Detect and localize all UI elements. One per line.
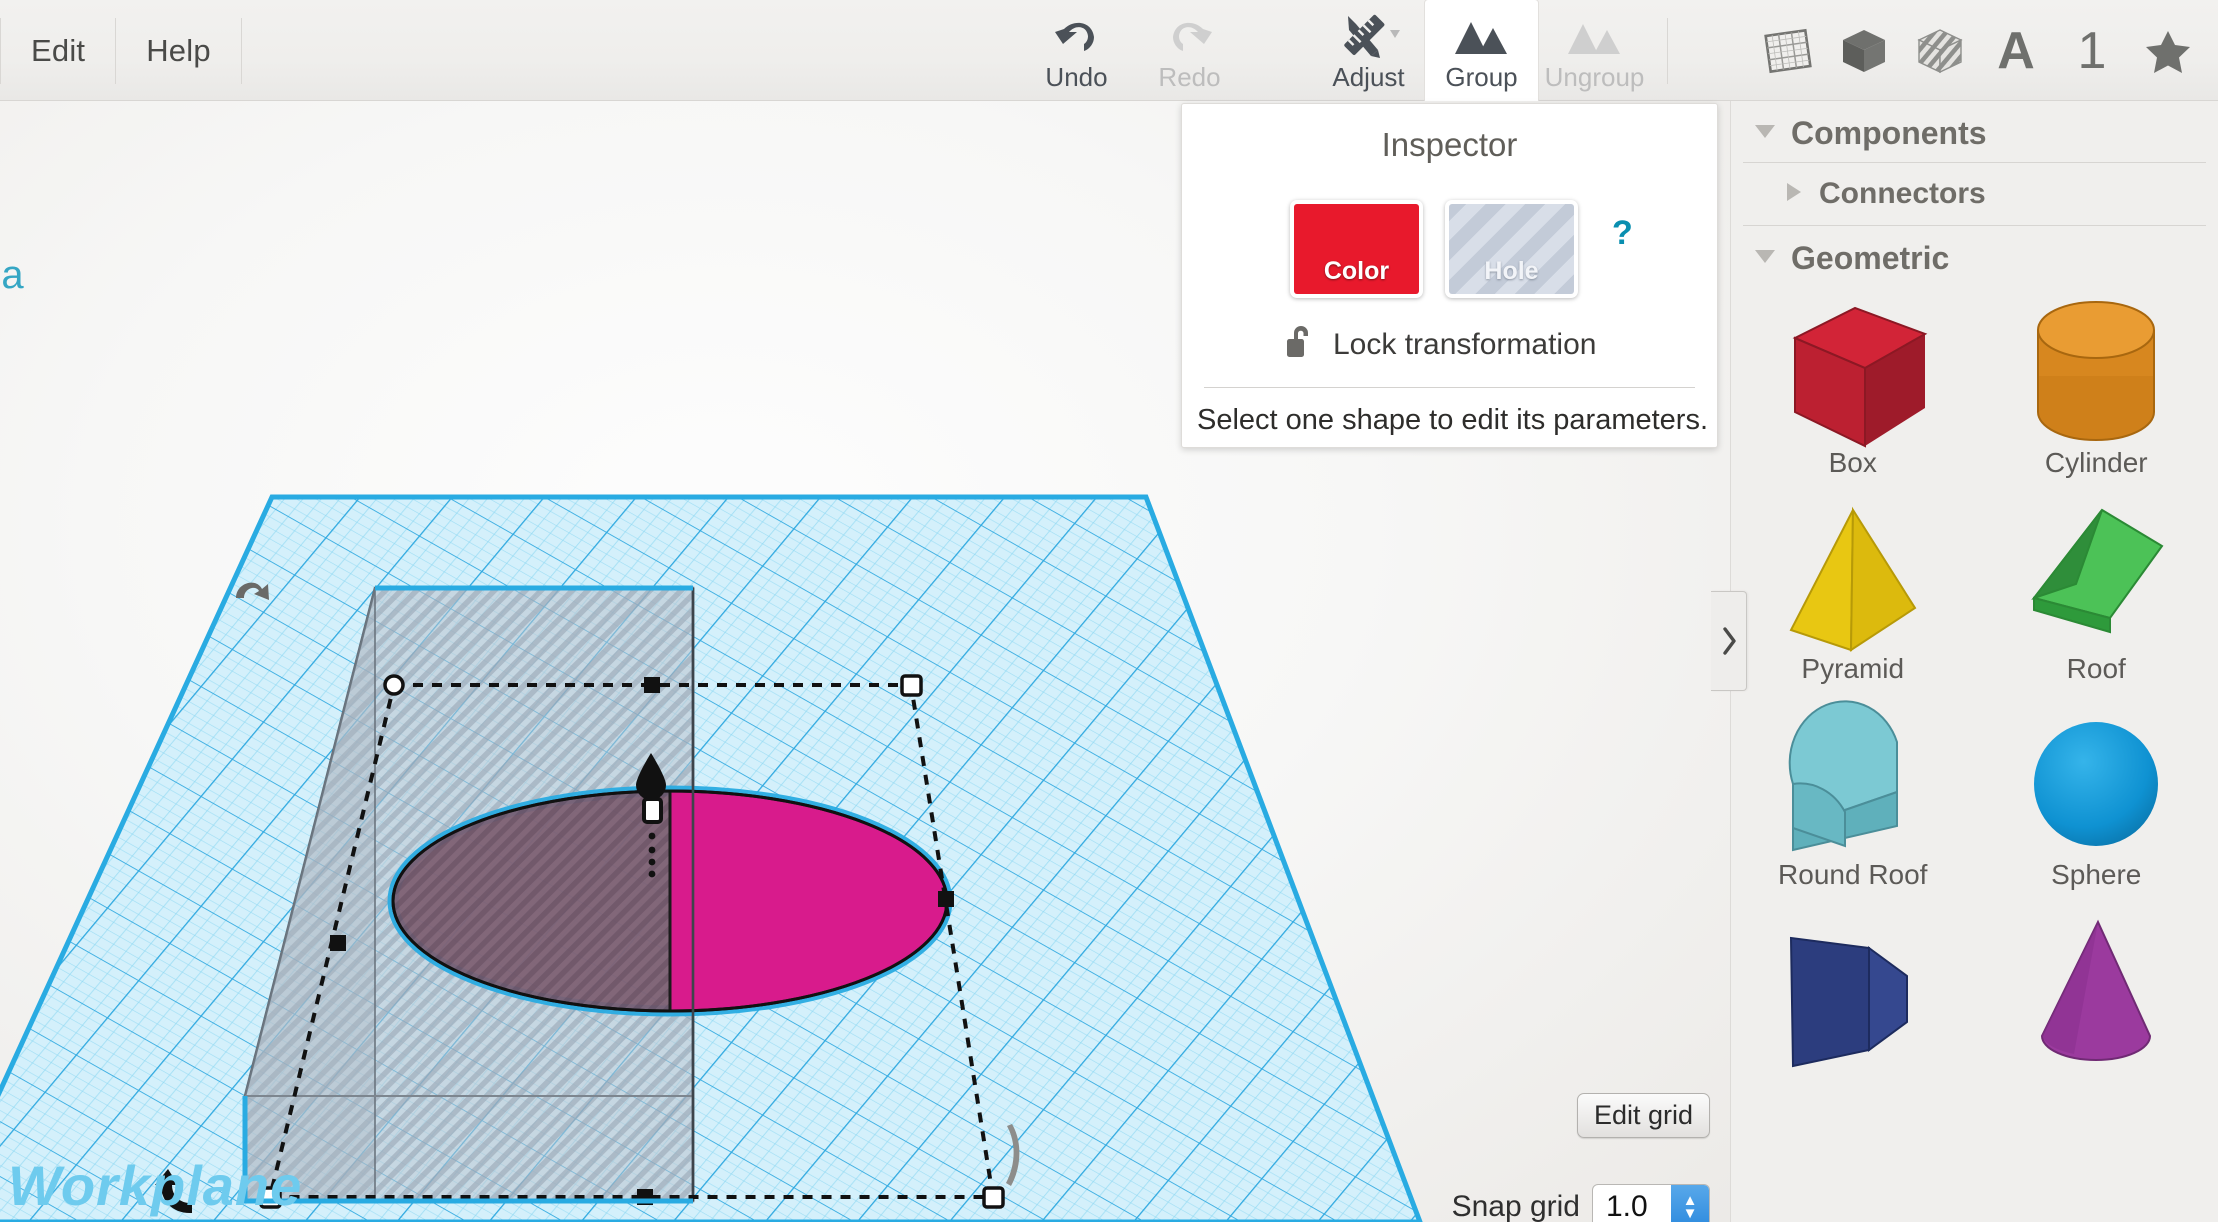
adjust-button[interactable]: Adjust [1312,0,1425,101]
geometric-label: Geometric [1791,240,1950,276]
star-icon[interactable] [2140,23,2196,79]
snap-grid-stepper[interactable]: ▲ ▼ [1671,1185,1709,1222]
cylinder-object [387,785,953,1017]
ungroup-label: Ungroup [1544,62,1645,92]
workplane-grid-icon[interactable] [1760,23,1816,79]
chevron-right-icon [1722,627,1736,655]
hole-swatch-button[interactable]: Hole [1445,200,1578,298]
components-label: Components [1791,115,1987,151]
redo-label: Redo [1158,62,1221,92]
handle-corner-nw [383,674,405,696]
menu-divider [240,18,242,84]
stepper-down-icon: ▼ [1682,1205,1698,1222]
snap-grid-label: Snap grid [1451,1190,1580,1222]
snap-grid-row: Snap grid 1.0 ▲ ▼ [1452,1184,1710,1222]
inspector-panel: Inspector Color Hole ? Lock transformati… [1181,103,1718,448]
handle-edge-e [938,891,954,907]
menu-edit[interactable]: Edit [1,18,115,84]
text-a-glyph: A [1997,21,2035,80]
panel-collapse-toggle[interactable] [1711,591,1747,691]
snap-grid-input[interactable]: 1.0 ▲ ▼ [1592,1184,1710,1222]
mountains-icon [1453,12,1511,60]
redo-arrow-icon [1167,12,1213,60]
sidebar-section-connectors[interactable]: Connectors [1731,163,2218,225]
shapes-sidebar: Components Connectors Geometric Box Cyli… [1730,101,2218,1222]
shape-grid: Box Cylinder Pyramid Roof Round Roof Sph… [1731,287,2218,1111]
round-roof-shape-icon [1773,700,1933,857]
inspector-title: Inspector [1381,126,1518,163]
solid-box-icon[interactable] [1836,23,1892,79]
pyramid-shape-label: Pyramid [1801,653,1905,684]
roof-shape-icon [2016,503,2176,651]
shape-item-round-roof[interactable]: Round Roof [1731,699,1975,905]
sphere-shape-label: Sphere [2051,859,2142,890]
ungroup-button[interactable]: Ungroup [1538,0,1651,101]
box-shape-label: Box [1828,447,1877,478]
shape-item-wedge[interactable] [1731,905,1975,1111]
snap-grid-value: 1.0 [1606,1190,1648,1222]
number-one-icon[interactable]: 1 [2064,23,2120,79]
shape-item-box[interactable]: Box [1731,287,1975,493]
ruler-pencil-icon [1338,12,1400,60]
menu-help[interactable]: Help [116,18,241,84]
group-label: Group [1445,62,1518,92]
top-toolbar: Edit Help Undo Redo Adjust Group Ungroup… [0,0,2218,101]
wedge-shape-icon [1773,915,1933,1068]
shape-item-cylinder[interactable]: Cylinder [1975,287,2218,493]
roof-shape-label: Roof [2066,653,2126,684]
lock-transformation-label: Lock transformation [1333,327,1597,361]
cylinder-shape-label: Cylinder [2044,447,2148,478]
color-swatch-button[interactable]: Color [1290,200,1423,298]
round-roof-shape-label: Round Roof [1778,859,1928,890]
sidebar-section-components[interactable]: Components [1731,101,2218,162]
color-swatch-fill: Color [1294,204,1419,294]
hole-box-icon[interactable] [1912,23,1968,79]
workplane-label: Workplane [8,1154,303,1217]
triangle-down-icon [1753,247,1777,270]
text-a-icon[interactable]: A [1988,23,2044,79]
sphere-shape-icon [2016,709,2176,857]
box-shape-icon [1773,297,1933,448]
lock-transformation-row[interactable]: Lock transformation [1182,324,1717,365]
redo-button[interactable]: Redo [1133,0,1246,101]
undo-button[interactable]: Undo [1020,0,1133,101]
cone-shape-icon [2016,915,2176,1063]
shape-item-roof[interactable]: Roof [1975,493,2218,699]
unlocked-padlock-icon [1285,324,1315,365]
hole-swatch-fill: Hole [1449,204,1574,294]
toolbar-divider [1667,17,1668,84]
edit-tools: Undo Redo Adjust Group Ungroup [1020,0,1684,101]
hole-swatch-label: Hole [1484,257,1539,285]
inspector-swatches: Color Hole ? [1182,200,1717,298]
undo-label: Undo [1045,62,1108,92]
adjust-label: Adjust [1332,62,1405,92]
number-one-glyph: 1 [2077,21,2107,80]
connectors-label: Connectors [1819,177,1986,210]
group-button[interactable]: Group [1425,0,1538,101]
undo-arrow-icon [1054,12,1100,60]
triangle-down-icon [1753,122,1777,145]
edit-grid-button[interactable]: Edit grid [1576,1093,1710,1138]
tinkercad-app: Edit Help Undo Redo Adjust Group Ungroup… [0,0,2218,1222]
inspector-hint: Select one shape to edit its parameters. [1197,404,1709,436]
triangle-right-icon [1783,181,1805,208]
sidebar-section-geometric[interactable]: Geometric [1731,226,2218,287]
handle-corner-se [982,1186,1005,1209]
handle-edge-w [330,935,346,951]
color-swatch-label: Color [1323,257,1390,285]
mountains-icon [1566,12,1624,60]
shape-item-pyramid[interactable]: Pyramid [1731,493,1975,699]
shape-item-sphere[interactable]: Sphere [1975,699,2218,905]
help-icon[interactable]: ? [1612,214,1633,253]
pyramid-shape-icon [1773,503,1933,652]
menu-bar: Edit Help [0,18,242,84]
shape-mode-bar: A 1 [1760,0,2196,101]
handle-corner-ne [900,674,923,697]
shape-item-cone[interactable] [1975,905,2218,1111]
handle-edge-n [644,677,660,693]
cylinder-shape-icon [2016,297,2176,445]
